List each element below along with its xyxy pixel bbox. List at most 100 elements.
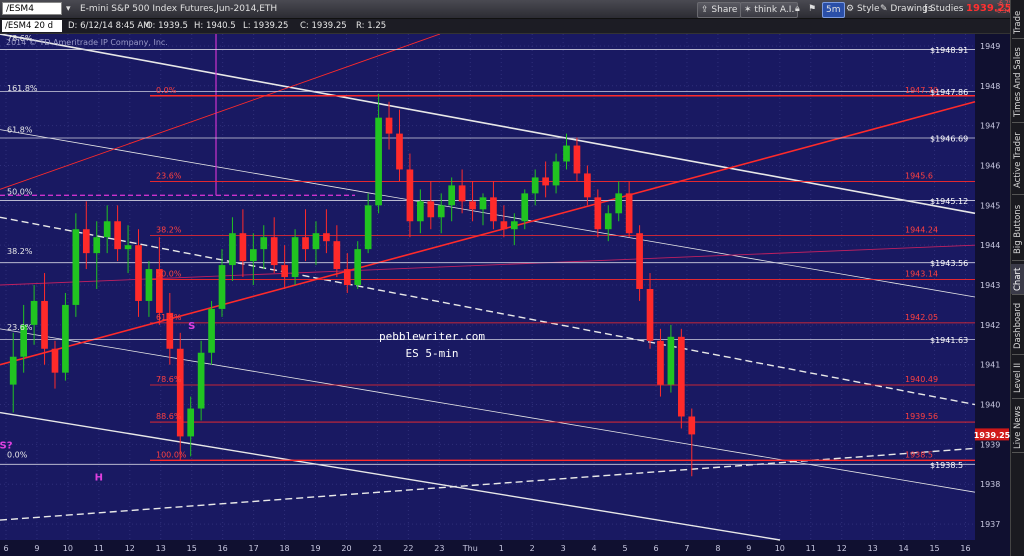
candle-body xyxy=(657,340,664,385)
think-ai-button[interactable]: ✶ think A.I. xyxy=(740,2,799,18)
symbol-input[interactable]: /ESM4 xyxy=(2,2,62,15)
candle-body xyxy=(239,233,247,262)
candle-body xyxy=(385,117,393,134)
timeframe-button[interactable]: 5m xyxy=(822,2,845,18)
x-tick-label: 12 xyxy=(125,544,135,553)
side-tab-separator xyxy=(1012,260,1024,261)
candle-body xyxy=(62,304,69,373)
x-tick-label: 11 xyxy=(94,544,104,553)
candle-body xyxy=(479,197,487,210)
style-label: Style xyxy=(856,4,880,14)
candle-body xyxy=(375,117,382,206)
x-tick-label: 19 xyxy=(310,544,320,553)
candle-body xyxy=(82,229,90,254)
side-tab-strip: Trade Times And Sales Active Trader Big But… xyxy=(1010,0,1024,556)
candle-body xyxy=(531,177,539,194)
candle-body xyxy=(678,336,685,417)
y-tick-label: 1948 xyxy=(980,82,1000,91)
candle-body xyxy=(573,145,581,174)
share-button[interactable]: ⇪ Share xyxy=(697,2,742,18)
bar-range: R: 1.25 xyxy=(356,21,387,31)
fib-level-label: 88.6% xyxy=(156,412,182,421)
side-tab-separator xyxy=(1012,452,1024,453)
candle-body xyxy=(552,161,560,186)
thinkorswim-window: /ESM4 ▾ E-mini S&P 500 Index Futures,Jun… xyxy=(0,0,1024,556)
candle-body xyxy=(30,300,38,325)
fib-price-label: 1945.6 xyxy=(905,171,933,180)
x-tick-label: 12 xyxy=(837,544,847,553)
price-chart[interactable]: $1948.91$1947.86$1946.69$1945.12$1943.56… xyxy=(0,34,1010,556)
side-tab-active-trader[interactable]: Active Trader xyxy=(1011,126,1024,194)
fib-price-label: 1939.56 xyxy=(905,412,938,421)
x-tick-label: 23 xyxy=(434,544,444,553)
flag-icon[interactable]: ⚑ xyxy=(808,2,816,16)
side-tab-level-ii[interactable]: Level II xyxy=(1011,358,1024,398)
y-tick-label: 1946 xyxy=(980,161,1000,170)
y-tick-label: 1937 xyxy=(980,520,1000,529)
lock-icon[interactable]: 🔒︎ xyxy=(795,2,800,16)
pencil-icon: ✎ xyxy=(880,4,888,14)
candle-body xyxy=(667,336,675,385)
bar-date: D: 6/12/14 8:45 AM xyxy=(68,21,151,31)
symbol-dropdown-icon[interactable]: ▾ xyxy=(66,2,71,16)
candle-body xyxy=(406,169,414,222)
side-tab-times-and-sales[interactable]: Times And Sales xyxy=(1011,42,1024,122)
study-symbol-field[interactable]: /ESM4 20 d 6m xyxy=(2,20,62,43)
x-tick-label: 16 xyxy=(218,544,228,553)
site-watermark: pebblewriter.com xyxy=(379,330,485,343)
studies-menu[interactable]: ƒ Studies xyxy=(924,2,963,16)
candle-body xyxy=(72,229,80,305)
side-tab-dashboard[interactable]: Dashboard xyxy=(1011,298,1024,354)
think-ai-label: think A.I. xyxy=(754,5,795,15)
candle-body xyxy=(542,177,549,186)
price-level-label: $1946.69 xyxy=(930,134,968,143)
side-tab-separator xyxy=(1012,122,1024,123)
share-icon: ⇪ xyxy=(701,5,709,15)
x-tick-label: 10 xyxy=(775,544,785,553)
side-tab-trade[interactable]: Trade xyxy=(1011,6,1024,38)
pattern-annotation: H xyxy=(95,472,103,483)
candle-body xyxy=(563,145,570,162)
share-label: Share xyxy=(711,5,738,15)
price-level-label: $1938.5 xyxy=(930,461,963,470)
y-tick-label: 1940 xyxy=(980,401,1000,410)
fib-price-label: 1942.05 xyxy=(905,313,938,322)
price-level-label: $1945.12 xyxy=(930,197,968,206)
y-tick-label: 1945 xyxy=(980,201,1000,210)
candle-body xyxy=(646,288,654,341)
instrument-description: E-mini S&P 500 Index Futures,Jun-2014,ET… xyxy=(80,4,278,14)
y-tick-label: 1939 xyxy=(980,440,1000,449)
candle-body xyxy=(469,201,476,210)
side-tab-live-news[interactable]: Live News xyxy=(1011,402,1024,452)
candle-body xyxy=(510,221,518,230)
fib-level-label: 61.8% xyxy=(156,313,182,322)
left-fib-label: 23.6% xyxy=(7,323,33,332)
side-tab-chart[interactable]: Chart xyxy=(1011,264,1024,294)
left-fib-label: 50.0% xyxy=(7,187,33,196)
candle-body xyxy=(229,233,236,266)
x-tick-label: 17 xyxy=(249,544,259,553)
style-menu[interactable]: ⚙ Style xyxy=(846,2,880,16)
x-tick-label: 6 xyxy=(653,544,658,553)
fib-level-label: 50.0% xyxy=(156,269,182,278)
candle-body xyxy=(260,237,268,250)
candle-body xyxy=(187,408,195,437)
bar-low: L: 1939.25 xyxy=(243,21,289,31)
fib-level-label: 0.0% xyxy=(156,86,177,95)
current-price-label: 1939.25 xyxy=(974,431,1010,440)
price-chart-area[interactable]: $1948.91 $1947.86 $1946.69 $1945.12 $1943.56… xyxy=(0,34,1010,556)
time-axis xyxy=(0,540,1010,556)
left-fib-label: 61.8% xyxy=(7,126,33,135)
bar-high: H: 1940.5 xyxy=(194,21,236,31)
fib-level-label: 23.6% xyxy=(156,171,182,180)
candle-body xyxy=(458,185,466,202)
y-tick-label: 1943 xyxy=(980,281,1000,290)
side-tab-big-buttons[interactable]: Big Buttons xyxy=(1011,198,1024,260)
copyright-watermark: 2014 © TD Ameritrade IP Company, Inc. xyxy=(6,38,168,47)
candle-body xyxy=(521,193,529,222)
x-tick-label: 14 xyxy=(899,544,909,553)
candle-body xyxy=(688,416,696,435)
fib-level-label: 38.2% xyxy=(156,226,182,235)
x-tick-label: 7 xyxy=(684,544,689,553)
bar-open: O: 1939.5 xyxy=(146,21,188,31)
